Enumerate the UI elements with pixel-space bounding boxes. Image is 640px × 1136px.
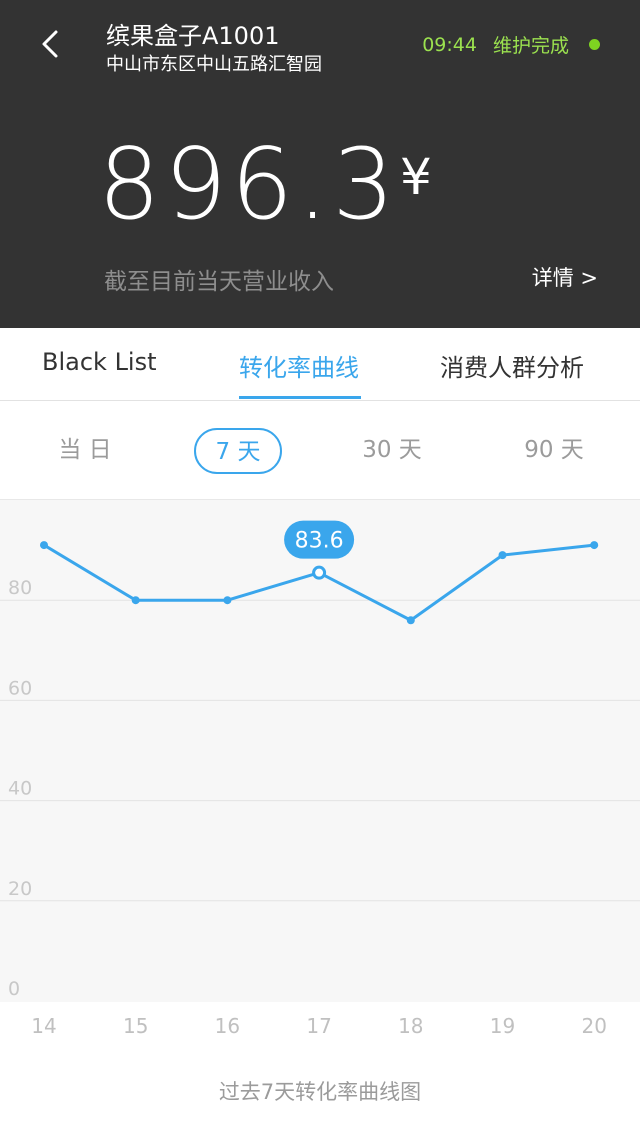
data-point [223,596,232,605]
status-time: 09:44 [422,33,477,56]
x-tick-label: 16 [215,1014,240,1038]
device-address: 中山市东区中山五路汇智园 [106,54,322,75]
data-point [590,541,599,550]
highlighted-data-point [312,565,327,580]
data-point [40,541,48,550]
x-tick-label: 15 [123,1014,148,1038]
details-link[interactable]: 详情 > [532,262,598,292]
x-tick-label: 17 [306,1014,331,1038]
x-tick-label: 20 [581,1014,606,1038]
range-selector: 当 日 7 天 30 天 90 天 [0,401,640,500]
chart-caption: 过去7天转化率曲线图 [218,1080,422,1104]
data-point [131,596,140,605]
range-7-days[interactable]: 7 天 [194,428,282,474]
tab-bar: Black List 转化率曲线 消费人群分析 [0,328,640,401]
tab-consumer-analysis[interactable]: 消费人群分析 [440,348,584,383]
header: 缤果盒子A1001 中山市东区中山五路汇智园 09:44 维护完成 896.3 … [0,0,640,328]
conversion-chart: 0 20 40 60 80 83.6 [0,500,640,1002]
y-tick-label: 0 [8,978,20,1000]
chevron-left-icon [42,30,58,58]
y-tick-label: 60 [8,677,32,699]
x-tick-label: 19 [490,1014,515,1038]
x-axis: 14 15 16 17 18 19 20 [0,1002,640,1052]
active-tab-indicator [239,396,361,399]
device-title: 缤果盒子A1001 [106,22,280,50]
x-tick-label: 14 [31,1014,56,1038]
back-button[interactable] [36,26,68,62]
currency-symbol: ¥ [400,148,432,206]
range-90-days[interactable]: 90 天 [512,428,596,474]
range-30-days[interactable]: 30 天 [350,428,434,474]
status-indicator: 09:44 维护完成 [422,31,600,58]
data-point [498,551,507,560]
tab-black-list[interactable]: Black List [42,348,157,376]
status-text: 维护完成 [492,35,569,57]
x-tick-label: 18 [398,1014,423,1038]
x-axis-labels: 14 15 16 17 18 19 20 [31,1014,607,1038]
y-tick-label: 40 [8,778,32,800]
range-today[interactable]: 当 日 [50,428,120,474]
revenue-caption: 截至目前当天营业收入 [104,269,334,295]
value-tooltip-label: 83.6 [295,529,344,554]
data-point [406,616,415,625]
y-tick-label: 80 [8,577,32,599]
tab-conversion-curve[interactable]: 转化率曲线 [239,348,359,383]
chart-plot: 0 20 40 60 80 83.6 [0,520,640,1000]
y-tick-label: 20 [8,878,32,900]
status-dot-icon [589,39,600,50]
revenue-amount: 896.3 [98,128,399,242]
